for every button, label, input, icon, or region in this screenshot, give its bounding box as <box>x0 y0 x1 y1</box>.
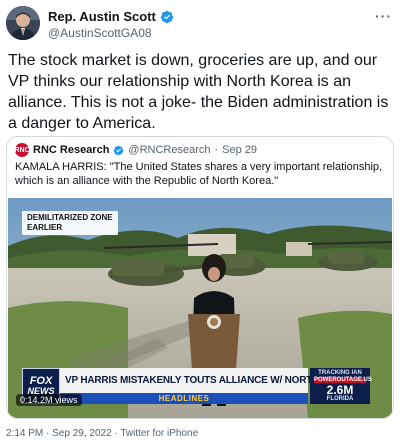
quoted-date: Sep 29 <box>222 144 258 156</box>
verified-badge-icon <box>114 145 124 155</box>
network-logo-line1: FOX <box>29 375 53 387</box>
location-tag-line1: DEMILITARIZED ZONE <box>27 213 113 222</box>
quoted-separator: · <box>214 144 219 156</box>
tracker-value: 2.6M <box>326 383 354 397</box>
more-horizontal-icon[interactable]: ··· <box>375 8 392 24</box>
avatar-image <box>6 6 40 40</box>
tweet-text: The stock market is down, groceries are … <box>8 52 389 132</box>
author-name-row: Rep. Austin Scott <box>48 9 174 24</box>
chyron: VP HARRIS MISTAKENLY TOUTS ALLIANCE W/ N… <box>60 368 357 393</box>
tweet-header: Rep. Austin Scott @AustinScottGA08 ··· <box>6 6 394 42</box>
tracker-box: TRACKING IAN POWEROUTAGE.US 2.6M FLORIDA <box>310 368 372 404</box>
avatar[interactable] <box>6 6 40 40</box>
quoted-handle: @RNCResearch <box>128 144 211 156</box>
quoted-tweet-header: RNC RNC Research @RNCResearch · Sep 29 <box>14 143 258 157</box>
verified-badge-icon <box>160 10 173 23</box>
quoted-tweet-text: KAMALA HARRIS: "The United States shares… <box>15 161 383 187</box>
author-display-name[interactable]: Rep. Austin Scott <box>48 9 156 24</box>
tracker-label: TRACKING IAN <box>318 370 362 376</box>
tweet: Rep. Austin Scott @AustinScottGA08 ··· T… <box>0 0 400 445</box>
author-handle[interactable]: @AustinScottGA08 <box>48 26 152 40</box>
quoted-avatar: RNC <box>14 143 30 157</box>
location-tag-line2: EARLIER <box>27 223 63 232</box>
quoted-display-name: RNC Research <box>33 144 110 156</box>
view-count: 0:14.2M views <box>16 394 82 406</box>
quoted-tweet[interactable]: RNC RNC Research @RNCResearch · Sep 29 K… <box>6 136 394 419</box>
location-tag: DEMILITARIZED ZONE EARLIER <box>22 211 118 235</box>
tracker-region: FLORIDA <box>326 396 354 402</box>
headlines-bar: HEADLINES <box>60 393 308 404</box>
video-player[interactable]: DEMILITARIZED ZONE EARLIER FOX NEWS VP H… <box>8 198 392 418</box>
tweet-timestamp[interactable]: 2:14 PM · Sep 29, 2022 · Twitter for iPh… <box>6 428 198 439</box>
